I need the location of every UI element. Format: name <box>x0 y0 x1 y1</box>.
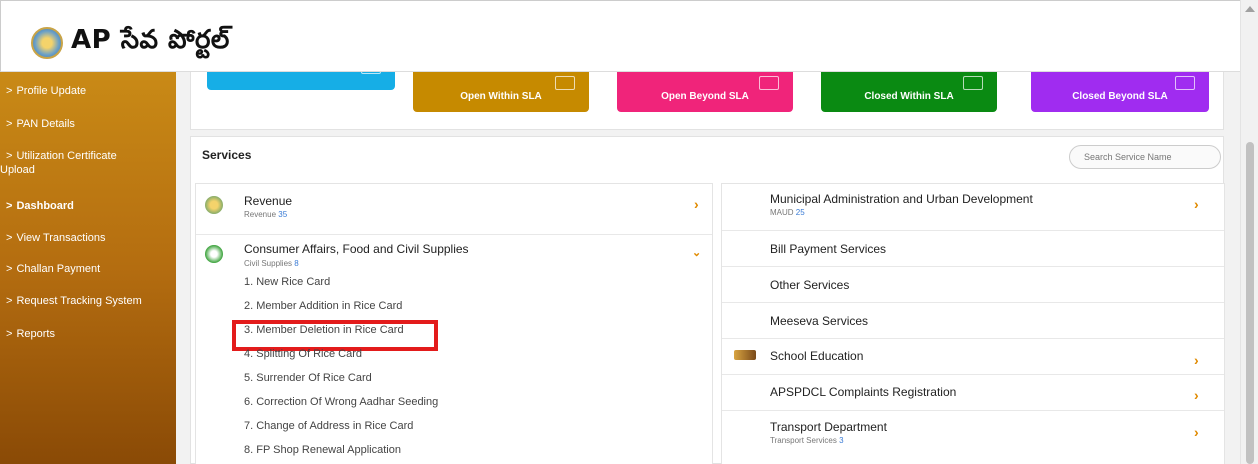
status-card-closed-within-sla[interactable]: Closed Within SLA <box>821 72 997 112</box>
portal-title: AP సేవ పోర్టల్ <box>71 25 230 55</box>
service-link-member-addition[interactable]: 2. Member Addition in Rice Card <box>244 300 402 312</box>
divider <box>722 302 1224 303</box>
service-link-fp-shop-renewal[interactable]: 8. FP Shop Renewal Application <box>244 444 401 456</box>
scroll-up-icon[interactable] <box>1245 6 1255 12</box>
service-maud-title[interactable]: Municipal Administration and Urban Devel… <box>770 192 1033 206</box>
service-revenue-sub: Revenue 35 <box>244 210 288 219</box>
sidebar-item-profile-update[interactable]: > Profile Update <box>6 84 86 98</box>
main-content: Open Within SLA Open Beyond SLA Closed W… <box>176 60 1240 464</box>
apspdcl-arrow-icon[interactable]: › <box>1194 387 1199 403</box>
service-transport-title[interactable]: Transport Department <box>770 420 887 434</box>
folder-icon <box>963 76 983 90</box>
maud-expand-arrow-icon[interactable]: › <box>1194 196 1199 212</box>
scrollbar-thumb[interactable] <box>1246 142 1254 464</box>
folder-icon <box>555 76 575 90</box>
service-link-new-rice-card[interactable]: 1. New Rice Card <box>244 276 330 288</box>
top-header: AP సేవ పోర్టల్ <box>0 0 1240 72</box>
service-meeseva-title[interactable]: Meeseva Services <box>770 314 868 328</box>
divider <box>722 374 1224 375</box>
civil-supplies-collapse-chevron-icon[interactable]: ⌄ <box>692 246 701 259</box>
status-cards-panel: Open Within SLA Open Beyond SLA Closed W… <box>190 60 1224 130</box>
sidebar-item-dashboard[interactable]: > Dashboard <box>6 199 74 213</box>
sidebar-item-reports[interactable]: > Reports <box>6 327 55 341</box>
service-link-aadhar-correction[interactable]: 6. Correction Of Wrong Aadhar Seeding <box>244 396 438 408</box>
divider <box>722 338 1224 339</box>
folder-icon <box>1175 76 1195 90</box>
status-card-open-beyond-sla[interactable]: Open Beyond SLA <box>617 72 793 112</box>
services-right-column: Municipal Administration and Urban Devel… <box>721 183 1225 464</box>
sidebar-item-view-transactions[interactable]: > View Transactions <box>6 231 106 245</box>
sidebar-item-utilization-certificate[interactable]: > Utilization Certificate Upload <box>0 149 117 177</box>
services-left-column: Revenue Revenue 35 › Consumer Affairs, F… <box>195 183 713 464</box>
service-bill-payment-title[interactable]: Bill Payment Services <box>770 242 886 256</box>
sidebar-item-request-tracking[interactable]: > Request Tracking System <box>6 294 142 308</box>
service-civil-supplies-title[interactable]: Consumer Affairs, Food and Civil Supplie… <box>244 242 469 256</box>
page-scrollbar[interactable] <box>1240 0 1258 464</box>
divider <box>722 266 1224 267</box>
search-service-input[interactable]: Search Service Name <box>1069 145 1221 169</box>
service-link-splitting[interactable]: 4. Splitting Of Rice Card <box>244 348 362 360</box>
sidebar-item-challan-payment[interactable]: > Challan Payment <box>6 262 100 276</box>
revenue-expand-arrow-icon[interactable]: › <box>694 196 699 212</box>
services-heading: Services <box>202 148 252 162</box>
service-other-title[interactable]: Other Services <box>770 278 849 292</box>
service-civil-supplies-sub: Civil Supplies 8 <box>244 259 299 268</box>
service-transport-sub: Transport Services 3 <box>770 436 844 445</box>
service-apspdcl-title[interactable]: APSPDCL Complaints Registration <box>770 385 956 399</box>
portal-logo[interactable]: AP సేవ పోర్టల్ <box>31 25 230 61</box>
folder-icon <box>759 76 779 90</box>
service-school-education-title[interactable]: School Education <box>770 349 863 363</box>
school-education-arrow-icon[interactable]: › <box>1194 352 1199 368</box>
sidebar-item-pan-details[interactable]: > PAN Details <box>6 117 75 131</box>
service-maud-sub: MAUD 25 <box>770 208 805 217</box>
divider <box>196 234 712 235</box>
school-education-logo-icon <box>734 350 756 360</box>
ap-emblem-icon <box>31 27 63 59</box>
sidebar: > Profile Update > PAN Details > Utilizatio… <box>0 72 176 464</box>
divider <box>722 230 1224 231</box>
civil-supplies-emblem-icon <box>205 245 223 263</box>
service-link-change-address[interactable]: 7. Change of Address in Rice Card <box>244 420 413 432</box>
divider <box>722 410 1224 411</box>
revenue-emblem-icon <box>205 196 223 214</box>
highlight-box <box>232 320 438 351</box>
status-card-closed-beyond-sla[interactable]: Closed Beyond SLA <box>1031 72 1209 112</box>
services-panel: Services Search Service Name Revenue Rev… <box>190 136 1225 464</box>
transport-arrow-icon[interactable]: › <box>1194 424 1199 440</box>
status-card-open-within-sla[interactable]: Open Within SLA <box>413 72 589 112</box>
service-link-surrender[interactable]: 5. Surrender Of Rice Card <box>244 372 372 384</box>
service-revenue-title[interactable]: Revenue <box>244 194 292 208</box>
